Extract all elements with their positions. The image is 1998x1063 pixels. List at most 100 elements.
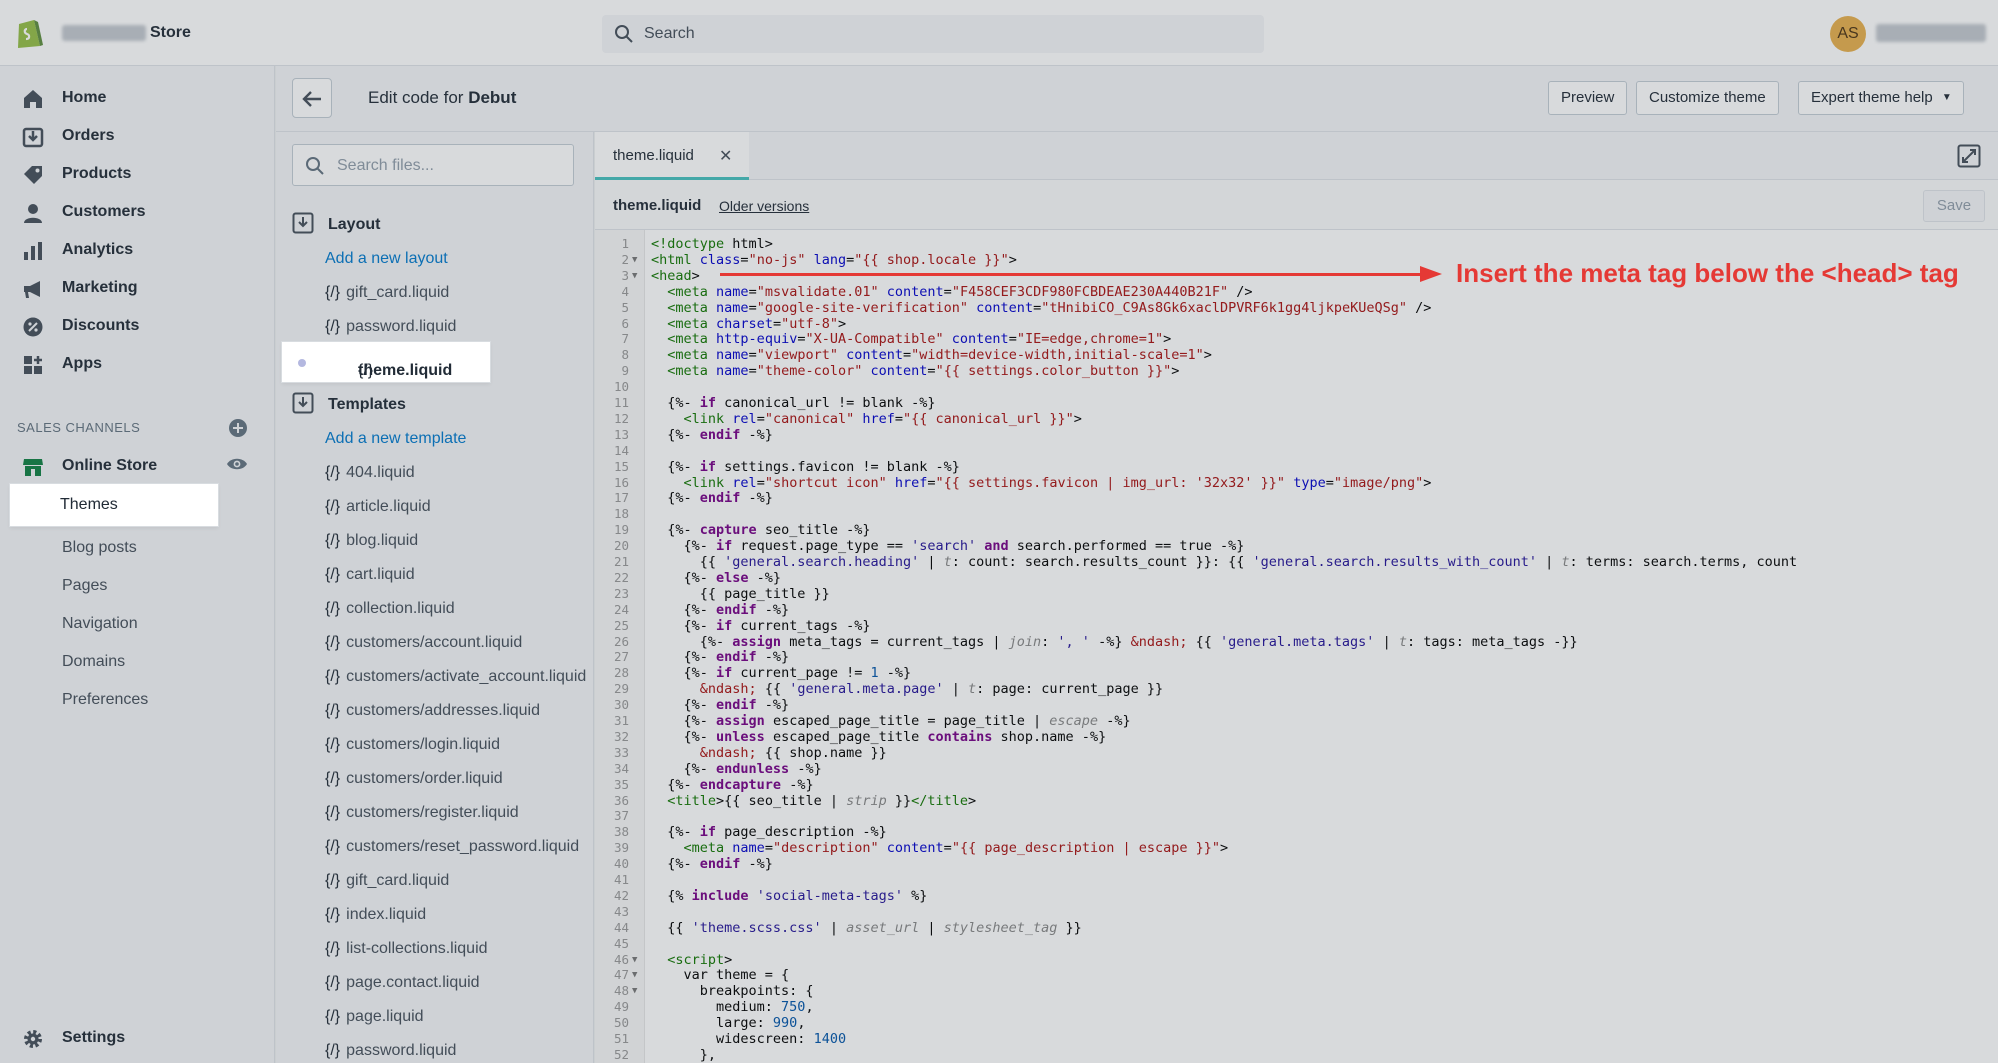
code-line[interactable]: <meta http-equiv="X-UA-Compatible" conte… — [651, 331, 1171, 347]
code-line[interactable]: <head> — [651, 268, 700, 284]
search-files-input[interactable]: Search files... — [292, 144, 574, 186]
code-line[interactable]: {%- assign meta_tags = current_tags | jo… — [651, 634, 1578, 650]
code-line[interactable]: {%- endif -%} — [651, 602, 790, 618]
code-line[interactable]: {%- if current_page != 1 -%} — [651, 665, 912, 681]
avatar[interactable]: AS — [1830, 16, 1866, 52]
file-item[interactable]: {/} article.liquid — [325, 498, 431, 516]
code-line[interactable]: {%- else -%} — [651, 570, 782, 586]
code-line[interactable]: {%- endif -%} — [651, 427, 773, 443]
sidebar-item-discounts[interactable]: Discounts — [0, 308, 275, 344]
sidebar-item-marketing[interactable]: Marketing — [0, 270, 275, 306]
file-item[interactable]: {/} gift_card.liquid — [325, 284, 449, 302]
fold-toggle-icon[interactable]: ▼ — [632, 970, 637, 980]
code-line[interactable]: {%- if request.page_type == 'search' and… — [651, 538, 1245, 554]
sidebar-item-customers[interactable]: Customers — [0, 194, 275, 230]
code-line[interactable]: <meta name="theme-color" content="{{ set… — [651, 363, 1179, 379]
sidebar-subitem-navigation[interactable]: Navigation — [62, 615, 138, 633]
sidebar-item-home[interactable]: Home — [0, 80, 275, 116]
code-line[interactable]: breakpoints: { — [651, 983, 814, 999]
preview-button[interactable]: Preview — [1548, 81, 1628, 115]
add-channel-plus-icon[interactable] — [228, 418, 248, 438]
code-line[interactable]: {{ 'theme.scss.css' | asset_url | styles… — [651, 920, 1082, 936]
code-line[interactable]: {%- endif -%} — [651, 490, 773, 506]
code-line[interactable]: {%- endcapture -%} — [651, 777, 813, 793]
close-tab-icon[interactable]: ✕ — [719, 146, 732, 166]
sidebar-item-analytics[interactable]: Analytics — [0, 232, 275, 268]
file-item[interactable]: {/} index.liquid — [325, 906, 426, 924]
sidebar-item-apps[interactable]: Apps — [0, 346, 275, 382]
layout-section-title[interactable]: Layout — [328, 216, 380, 234]
code-line[interactable]: large: 990, — [651, 1015, 805, 1031]
code-line[interactable]: <meta name="description" content="{{ pag… — [651, 840, 1229, 856]
code-line[interactable]: {%- endif -%} — [651, 856, 773, 872]
code-line[interactable]: {{ 'general.search.heading' | t: count: … — [651, 554, 1797, 570]
file-item[interactable]: {/} list-collections.liquid — [325, 940, 488, 958]
code-line[interactable]: {%- endif -%} — [651, 697, 790, 713]
code-line[interactable]: {%- if page_description -%} — [651, 824, 886, 840]
code-line[interactable]: {%- if settings.favicon != blank -%} — [651, 459, 960, 475]
store-name[interactable]: Store — [150, 24, 191, 42]
file-item[interactable]: {/} gift_card.liquid — [325, 872, 449, 890]
fold-toggle-icon[interactable]: ▼ — [632, 255, 637, 265]
sidebar-subitem-themes[interactable]: Themes — [10, 484, 218, 526]
sidebar-subitem-pages[interactable]: Pages — [62, 577, 107, 595]
file-item[interactable]: {/} customers/addresses.liquid — [325, 702, 540, 720]
code-line[interactable]: <meta charset="utf-8"> — [651, 316, 846, 332]
save-button[interactable]: Save — [1923, 190, 1985, 222]
code-line[interactable]: {%- if canonical_url != blank -%} — [651, 395, 935, 411]
sidebar-item-settings[interactable]: Settings — [0, 1020, 275, 1056]
shopify-logo-icon[interactable] — [14, 16, 44, 50]
code-line[interactable]: <!doctype html> — [651, 236, 773, 252]
file-item[interactable]: {/} password.liquid — [325, 318, 456, 336]
file-item[interactable]: {/} customers/login.liquid — [325, 736, 500, 754]
code-line[interactable]: &ndash; {{ shop.name }} — [651, 745, 887, 761]
file-item[interactable]: {/} blog.liquid — [325, 532, 418, 550]
fold-toggle-icon[interactable]: ▼ — [632, 986, 637, 996]
expert-theme-help-button[interactable]: Expert theme help ▼ — [1798, 81, 1964, 115]
code-line[interactable]: &ndash; {{ 'general.meta.page' | t: page… — [651, 681, 1163, 697]
code-line[interactable]: <meta name="viewport" content="width=dev… — [651, 347, 1212, 363]
code-line[interactable]: <script> — [651, 952, 732, 968]
code-line[interactable]: {%- assign escaped_page_title = page_tit… — [651, 713, 1131, 729]
file-item[interactable]: {/} customers/register.liquid — [325, 804, 519, 822]
fold-toggle-icon[interactable]: ▼ — [632, 271, 637, 281]
sidebar-item-products[interactable]: Products — [0, 156, 275, 192]
file-item[interactable]: {/} customers/order.liquid — [325, 770, 503, 788]
code-line[interactable]: <meta name="google-site-verification" co… — [651, 300, 1431, 316]
code-line[interactable]: }, — [651, 1047, 716, 1063]
file-item[interactable]: {/} page.liquid — [325, 1008, 424, 1026]
customize-theme-button[interactable]: Customize theme — [1636, 81, 1779, 115]
back-button[interactable] — [292, 78, 332, 118]
file-item[interactable]: {/} password.liquid — [325, 1042, 456, 1060]
older-versions-link[interactable]: Older versions — [719, 198, 809, 214]
code-line[interactable]: <link rel="canonical" href="{{ canonical… — [651, 411, 1082, 427]
templates-section-title[interactable]: Templates — [328, 396, 406, 414]
code-line[interactable]: {%- capture seo_title -%} — [651, 522, 870, 538]
expand-fullscreen-icon[interactable] — [1957, 144, 1981, 168]
sidebar-subitem-domains[interactable]: Domains — [62, 653, 125, 671]
sidebar-item-orders[interactable]: Orders — [0, 118, 275, 154]
code-line[interactable]: var theme = { — [651, 967, 790, 983]
code-line[interactable]: {%- if current_tags -%} — [651, 618, 871, 634]
eye-icon[interactable] — [226, 455, 248, 473]
tab-theme-liquid[interactable]: theme.liquid ✕ — [595, 132, 749, 180]
code-line[interactable]: <meta name="msvalidate.01" content="F458… — [651, 284, 1252, 300]
code-line[interactable]: {%- unless escaped_page_title contains s… — [651, 729, 1107, 745]
file-item[interactable]: {/} page.contact.liquid — [325, 974, 480, 992]
code-line[interactable]: medium: 750, — [651, 999, 814, 1015]
add-template-link[interactable]: Add a new template — [325, 430, 466, 448]
code-line[interactable]: <title>{{ seo_title | strip }}</title> — [651, 793, 976, 809]
code-line[interactable]: <html class="no-js" lang="{{ shop.locale… — [651, 252, 1017, 268]
fold-toggle-icon[interactable]: ▼ — [632, 955, 637, 965]
code-line[interactable]: {{ page_title }} — [651, 586, 830, 602]
sidebar-subitem-blog-posts[interactable]: Blog posts — [62, 539, 137, 557]
file-item-theme-liquid-active[interactable]: {/} theme.liquid — [282, 342, 490, 382]
global-search[interactable]: Search — [602, 15, 1264, 53]
file-item[interactable]: {/} customers/activate_account.liquid — [325, 668, 586, 686]
file-item[interactable]: {/} 404.liquid — [325, 464, 415, 482]
sidebar-subitem-preferences[interactable]: Preferences — [62, 691, 148, 709]
code-line[interactable]: {% include 'social-meta-tags' %} — [651, 888, 927, 904]
file-item[interactable]: {/} cart.liquid — [325, 566, 415, 584]
code-line[interactable]: {%- endunless -%} — [651, 761, 822, 777]
user-name-blurred[interactable] — [1876, 24, 1986, 42]
